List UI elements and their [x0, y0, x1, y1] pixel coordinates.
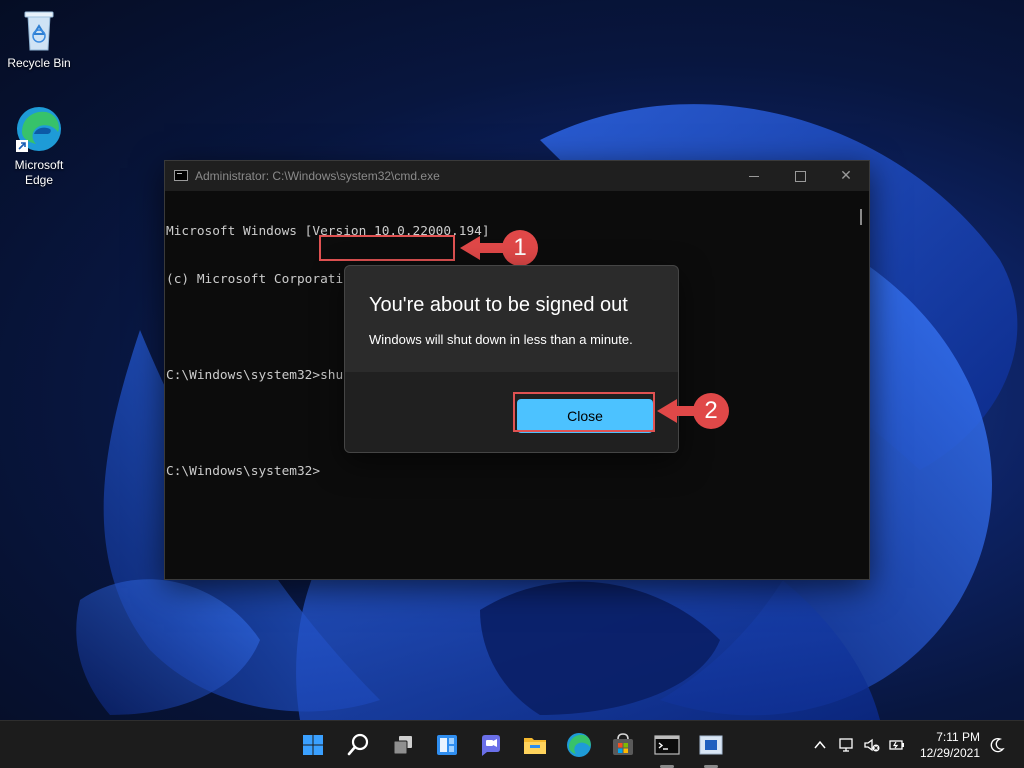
maximize-button[interactable]: [777, 161, 823, 191]
desktop: Recycle Bin Microsoft Edge Administrator…: [0, 0, 1024, 768]
edge-icon: [16, 107, 61, 152]
edge-label: Microsoft Edge: [14, 158, 64, 187]
command-highlight-box: [319, 235, 455, 261]
chevron-up-icon[interactable]: [811, 736, 829, 754]
notifications-icon[interactable]: [988, 736, 1006, 754]
volume-muted-icon[interactable]: [863, 736, 881, 754]
store-icon[interactable]: [607, 729, 639, 761]
callout-number: 1: [502, 230, 538, 266]
desktop-icon-microsoft-edge[interactable]: Microsoft Edge: [4, 104, 74, 188]
task-view-icon[interactable]: [387, 729, 419, 761]
minimize-button[interactable]: [731, 161, 777, 191]
console-line: C:\Windows\system32>: [166, 464, 321, 479]
network-icon[interactable]: [838, 736, 856, 754]
maximize-icon: [794, 170, 806, 182]
recycle-bin-icon: [24, 11, 54, 51]
close-icon: ✕: [840, 168, 852, 184]
dialog-message: Windows will shut down in less than a mi…: [369, 332, 633, 347]
callout-number: 2: [693, 393, 729, 429]
clock[interactable]: 7:11 PM 12/29/2021: [920, 729, 980, 761]
file-explorer-icon[interactable]: [519, 729, 551, 761]
minimize-icon: [749, 175, 759, 177]
desktop-icon-recycle-bin[interactable]: Recycle Bin: [4, 8, 74, 71]
start-icon[interactable]: [297, 729, 329, 761]
chat-icon[interactable]: [475, 729, 507, 761]
recycle-bin-label: Recycle Bin: [7, 56, 71, 70]
edge-icon[interactable]: [563, 729, 595, 761]
close-button-highlight-box: [513, 392, 655, 432]
scrollbar-thumb[interactable]: [860, 209, 862, 225]
clock-date: 12/29/2021: [919, 746, 980, 760]
window-title: Administrator: C:\Windows\system32\cmd.e…: [195, 169, 440, 183]
callout-1: 1: [460, 230, 538, 266]
window-app-icon[interactable]: [695, 729, 727, 761]
search-icon[interactable]: [342, 729, 374, 761]
arrow-left-icon: [460, 236, 508, 260]
dialog-title: You're about to be signed out: [369, 294, 628, 316]
taskbar: 7:11 PM 12/29/2021: [0, 720, 1024, 768]
clock-time: 7:11 PM: [936, 730, 980, 744]
widgets-icon[interactable]: [431, 729, 463, 761]
command-prompt-icon[interactable]: [651, 729, 683, 761]
callout-2: 2: [657, 393, 729, 429]
battery-icon[interactable]: [888, 736, 906, 754]
close-window-button[interactable]: ✕: [823, 161, 869, 191]
cmd-app-icon: [174, 170, 188, 181]
window-titlebar[interactable]: Administrator: C:\Windows\system32\cmd.e…: [165, 161, 869, 191]
